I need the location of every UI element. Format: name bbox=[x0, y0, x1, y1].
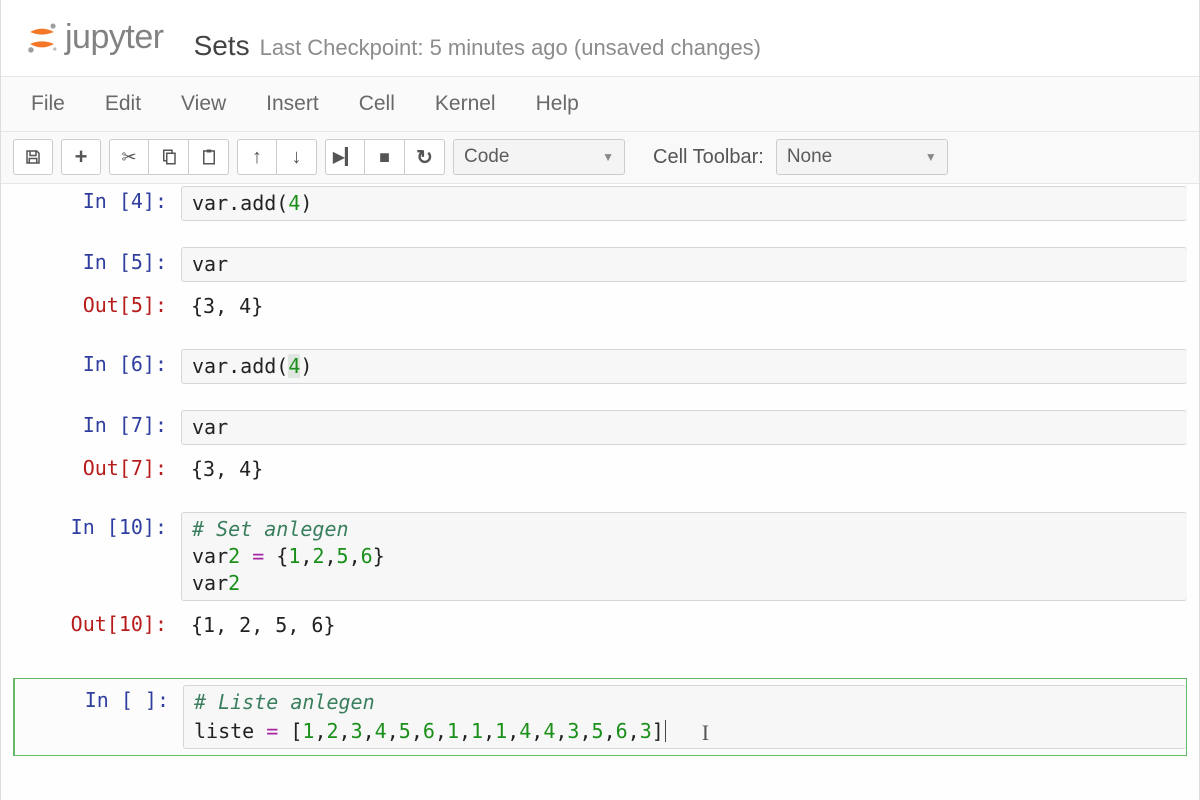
out-prompt: Out[7]: bbox=[13, 453, 181, 486]
code-cell[interactable]: In [6]:var.add(4) bbox=[13, 347, 1187, 386]
interrupt-button[interactable]: ■ bbox=[365, 139, 405, 175]
toolbar: + ✂ ↑ ↓ ▶▎ ■ bbox=[1, 132, 1199, 184]
cell-input[interactable]: var.add(4) bbox=[181, 186, 1187, 221]
menu-file[interactable]: File bbox=[31, 92, 65, 116]
checkpoint-text: Last Checkpoint: 5 minutes ago (unsaved … bbox=[260, 35, 761, 61]
in-prompt: In [6]: bbox=[13, 349, 181, 384]
celltype-selected: Code bbox=[464, 146, 509, 168]
output-text: {3, 4} bbox=[181, 453, 1187, 486]
save-icon bbox=[24, 148, 42, 166]
chevron-down-icon: ▼ bbox=[602, 150, 614, 164]
code-cell[interactable]: In [10]:# Set anlegen var2 = {1,2,5,6} v… bbox=[13, 510, 1187, 603]
in-prompt: In [ ]: bbox=[15, 685, 183, 750]
notebook-cells-area[interactable]: In [4]:var.add(4)In [5]:varOut[5]:{3, 4}… bbox=[1, 184, 1199, 800]
in-prompt: In [7]: bbox=[13, 410, 181, 445]
menu-edit[interactable]: Edit bbox=[105, 92, 141, 116]
cell-input[interactable]: # Liste anlegen liste = [1,2,3,4,5,6,1,1… bbox=[183, 685, 1186, 750]
step-forward-icon: ▶▎ bbox=[333, 147, 358, 167]
move-up-button[interactable]: ↑ bbox=[237, 139, 277, 175]
run-button[interactable]: ▶▎ bbox=[325, 139, 365, 175]
output-text: {3, 4} bbox=[181, 290, 1187, 323]
in-prompt: In [5]: bbox=[13, 247, 181, 282]
cell-toolbar-label: Cell Toolbar: bbox=[653, 146, 764, 169]
header: jupyter Sets Last Checkpoint: 5 minutes … bbox=[1, 0, 1199, 76]
jupyter-logo-text: jupyter bbox=[65, 18, 164, 57]
celltype-select[interactable]: Code ▼ bbox=[453, 139, 625, 175]
menu-cell[interactable]: Cell bbox=[359, 92, 395, 116]
cell-input[interactable]: var bbox=[181, 247, 1187, 282]
code-cell[interactable]: In [7]:var bbox=[13, 408, 1187, 447]
output-text: {1, 2, 5, 6} bbox=[181, 609, 1187, 642]
copy-icon bbox=[160, 148, 178, 166]
output-row: Out[7]:{3, 4} bbox=[13, 451, 1187, 488]
notebook-container: jupyter Sets Last Checkpoint: 5 minutes … bbox=[0, 0, 1200, 800]
move-down-button[interactable]: ↓ bbox=[277, 139, 317, 175]
jupyter-logo[interactable]: jupyter bbox=[25, 18, 164, 57]
restart-button[interactable]: ↻ bbox=[405, 139, 445, 175]
cell-input[interactable]: var bbox=[181, 410, 1187, 445]
output-row: Out[5]:{3, 4} bbox=[13, 288, 1187, 325]
scissors-icon: ✂ bbox=[121, 147, 136, 168]
out-prompt: Out[10]: bbox=[13, 609, 181, 642]
chevron-down-icon: ▼ bbox=[925, 150, 937, 164]
cell-toolbar-selected: None bbox=[787, 146, 832, 168]
cell-toolbar-select[interactable]: None ▼ bbox=[776, 139, 948, 175]
stop-icon: ■ bbox=[379, 147, 390, 168]
arrow-up-icon: ↑ bbox=[252, 146, 262, 169]
cut-button[interactable]: ✂ bbox=[109, 139, 149, 175]
menu-help[interactable]: Help bbox=[536, 92, 579, 116]
in-prompt: In [10]: bbox=[13, 512, 181, 601]
copy-button[interactable] bbox=[149, 139, 189, 175]
add-cell-button[interactable]: + bbox=[61, 139, 101, 175]
menu-kernel[interactable]: Kernel bbox=[435, 92, 496, 116]
notebook-title[interactable]: Sets bbox=[194, 30, 250, 62]
cell-input[interactable]: # Set anlegen var2 = {1,2,5,6} var2 bbox=[181, 512, 1187, 601]
cell-input[interactable]: var.add(4) bbox=[181, 349, 1187, 384]
refresh-icon: ↻ bbox=[416, 145, 433, 170]
code-cell[interactable]: In [5]:var bbox=[13, 245, 1187, 284]
menubar: File Edit View Insert Cell Kernel Help bbox=[1, 76, 1199, 132]
arrow-down-icon: ↓ bbox=[292, 146, 302, 169]
output-row: Out[10]:{1, 2, 5, 6} bbox=[13, 607, 1187, 644]
paste-button[interactable] bbox=[189, 139, 229, 175]
out-prompt: Out[5]: bbox=[13, 290, 181, 323]
plus-icon: + bbox=[75, 144, 88, 170]
menu-insert[interactable]: Insert bbox=[266, 92, 319, 116]
jupyter-logo-icon bbox=[25, 21, 59, 55]
menu-view[interactable]: View bbox=[181, 92, 226, 116]
save-button[interactable] bbox=[13, 139, 53, 175]
paste-icon bbox=[200, 148, 218, 166]
code-cell[interactable]: In [ ]:# Liste anlegen liste = [1,2,3,4,… bbox=[13, 678, 1187, 757]
in-prompt: In [4]: bbox=[13, 186, 181, 221]
code-cell[interactable]: In [4]:var.add(4) bbox=[13, 184, 1187, 223]
